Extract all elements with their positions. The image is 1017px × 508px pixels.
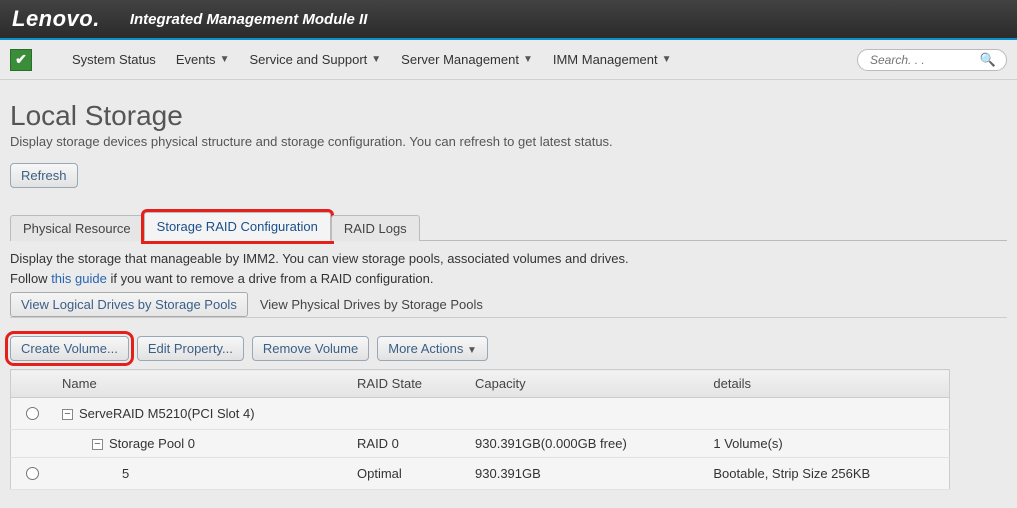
collapse-icon[interactable]: −	[92, 439, 103, 450]
brand-logo: Lenovo.	[12, 6, 100, 32]
row-radio[interactable]	[26, 467, 39, 480]
action-row: Create Volume... Edit Property... Remove…	[10, 336, 1007, 361]
topbar: Lenovo. Integrated Management Module II	[0, 0, 1017, 40]
edit-property-button[interactable]: Edit Property...	[137, 336, 244, 361]
guide-link[interactable]: this guide	[51, 271, 107, 286]
more-actions-button[interactable]: More Actions ▼	[377, 336, 488, 361]
row-name-text: 5	[62, 466, 129, 481]
menu-server-management[interactable]: Server Management ▼	[391, 46, 543, 73]
view-physical-drives-button[interactable]: View Physical Drives by Storage Pools	[250, 293, 493, 316]
page-subtitle: Display storage devices physical structu…	[10, 134, 1007, 149]
storage-table: Name RAID State Capacity details −ServeR…	[10, 369, 950, 490]
menu-label: System Status	[72, 52, 156, 67]
col-raid-state[interactable]: RAID State	[347, 370, 465, 398]
menu-label: Service and Support	[249, 52, 367, 67]
menu-imm-management[interactable]: IMM Management ▼	[543, 46, 682, 73]
cell-name: −ServeRAID M5210(PCI Slot 4)	[52, 398, 347, 430]
cell-raid-state	[347, 398, 465, 430]
table-row[interactable]: −Storage Pool 0 RAID 0 930.391GB(0.000GB…	[11, 430, 950, 458]
col-select	[11, 370, 53, 398]
col-name[interactable]: Name	[52, 370, 347, 398]
menu-events[interactable]: Events ▼	[166, 46, 240, 73]
row-select-cell	[11, 458, 53, 490]
col-capacity[interactable]: Capacity	[465, 370, 703, 398]
cell-name: 5	[52, 458, 347, 490]
status-ok-icon: ✔	[10, 49, 32, 71]
cell-capacity	[465, 398, 703, 430]
raid-config-panel: Display the storage that manageable by I…	[10, 241, 1007, 498]
menu-label: Events	[176, 52, 216, 67]
view-logical-drives-button[interactable]: View Logical Drives by Storage Pools	[10, 292, 248, 317]
cell-capacity: 930.391GB(0.000GB free)	[465, 430, 703, 458]
remove-volume-button[interactable]: Remove Volume	[252, 336, 369, 361]
search-input[interactable]	[868, 52, 980, 68]
search-box[interactable]: 🔍	[857, 49, 1007, 71]
chevron-down-icon: ▼	[371, 54, 381, 65]
col-details[interactable]: details	[703, 370, 949, 398]
row-select-cell	[11, 398, 53, 430]
page-body: Local Storage Display storage devices ph…	[0, 80, 1017, 508]
chevron-down-icon: ▼	[662, 54, 672, 65]
cell-name: −Storage Pool 0	[52, 430, 347, 458]
row-name-text: ServeRAID M5210(PCI Slot 4)	[79, 406, 255, 421]
tab-physical-resource[interactable]: Physical Resource	[10, 215, 144, 241]
row-name-text: Storage Pool 0	[109, 436, 195, 451]
row-radio[interactable]	[26, 407, 39, 420]
chevron-down-icon: ▼	[523, 54, 533, 65]
menu-label: Server Management	[401, 52, 519, 67]
product-name: Integrated Management Module II	[130, 11, 368, 28]
cell-raid-state: RAID 0	[347, 430, 465, 458]
collapse-icon[interactable]: −	[62, 409, 73, 420]
panel-desc-post: if you want to remove a drive from a RAI…	[107, 271, 434, 286]
panel-desc-line1: Display the storage that manageable by I…	[10, 251, 629, 266]
create-volume-button[interactable]: Create Volume...	[10, 336, 129, 361]
chevron-down-icon: ▼	[467, 345, 477, 356]
table-row[interactable]: −ServeRAID M5210(PCI Slot 4)	[11, 398, 950, 430]
tab-storage-raid-configuration[interactable]: Storage RAID Configuration	[144, 212, 331, 241]
cell-details: Bootable, Strip Size 256KB	[703, 458, 949, 490]
menubar: ✔ System Status Events ▼ Service and Supp…	[0, 40, 1017, 80]
table-row[interactable]: 5 Optimal 930.391GB Bootable, Strip Size…	[11, 458, 950, 490]
tab-raid-logs[interactable]: RAID Logs	[331, 215, 420, 241]
search-icon: 🔍	[980, 52, 996, 68]
view-mode-tabs: View Logical Drives by Storage Pools Vie…	[10, 292, 1007, 318]
cell-details: 1 Volume(s)	[703, 430, 949, 458]
refresh-button[interactable]: Refresh	[10, 163, 78, 188]
panel-desc-pre: Follow	[10, 271, 51, 286]
tabs: Physical Resource Storage RAID Configura…	[10, 212, 1007, 241]
menu-service-support[interactable]: Service and Support ▼	[239, 46, 391, 73]
cell-raid-state: Optimal	[347, 458, 465, 490]
panel-description: Display the storage that manageable by I…	[10, 249, 1007, 288]
menu-label: IMM Management	[553, 52, 658, 67]
more-actions-label: More Actions	[388, 341, 463, 356]
row-select-cell	[11, 430, 53, 458]
chevron-down-icon: ▼	[220, 54, 230, 65]
page-title: Local Storage	[10, 100, 1007, 132]
cell-details	[703, 398, 949, 430]
cell-capacity: 930.391GB	[465, 458, 703, 490]
menu-system-status[interactable]: System Status	[62, 46, 166, 73]
